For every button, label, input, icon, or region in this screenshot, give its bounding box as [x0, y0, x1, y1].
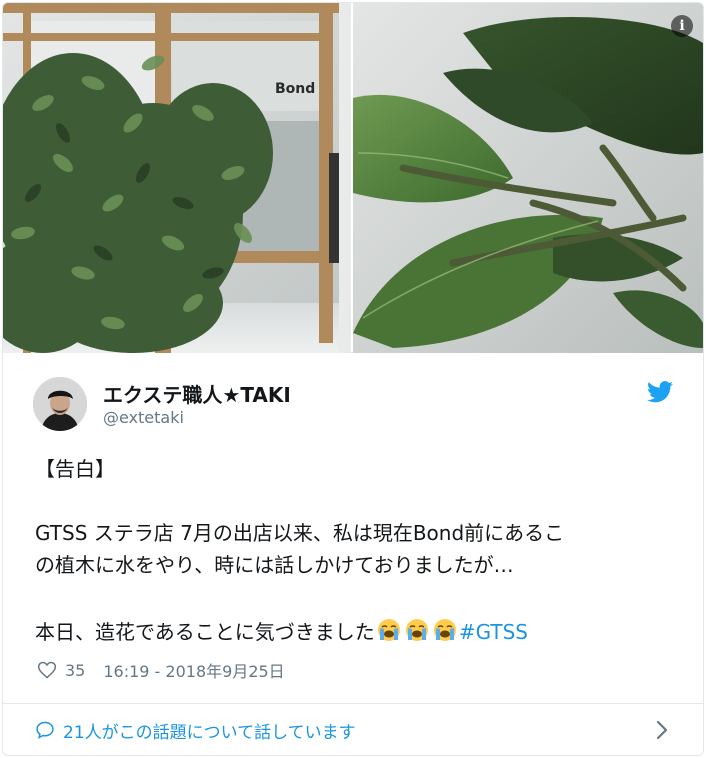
photo-leaf-closeup[interactable]	[353, 3, 703, 353]
display-name[interactable]: エクステ職人★TAKI	[103, 379, 291, 408]
avatar[interactable]	[33, 377, 87, 431]
like-count[interactable]: 35	[65, 661, 85, 680]
chevron-right-icon	[656, 720, 668, 740]
tweet-line-1: GTSS ステラ店 7月の出店以来、私は現在Bond前にあるこ	[35, 521, 565, 545]
timestamp-link[interactable]: 16:19 - 2018年9月25日	[103, 658, 284, 682]
loudly-crying-face-icon	[377, 619, 400, 641]
loudly-crying-face-icon	[433, 619, 456, 641]
loudly-crying-face-icon	[405, 619, 428, 641]
info-icon[interactable]: i	[671, 15, 693, 37]
tweet-line-3: 本日、造花であることに気づきました #GTSS	[35, 617, 685, 647]
hashtag-link[interactable]: #GTSS	[459, 620, 528, 644]
speech-bubble-icon	[36, 721, 54, 739]
user-handle[interactable]: @extetaki	[103, 408, 184, 427]
twitter-bird-icon[interactable]	[647, 381, 673, 403]
avatar-portrait	[33, 377, 87, 431]
tweet-heading: 【告白】	[35, 457, 115, 481]
emoji-group	[377, 618, 457, 642]
conversation-text: 21人がこの話題について話しています	[63, 722, 356, 743]
heart-icon[interactable]	[37, 660, 57, 680]
bond-sign-text: Bond	[275, 81, 316, 97]
tweet-meta: 35 16:19 - 2018年9月25日	[37, 659, 285, 681]
tweet-card: Bond i エクステ職人★TAKI @extetaki 【告白】 GTSS ス…	[2, 2, 704, 756]
conversation-link[interactable]: 21人がこの話題について話しています	[3, 704, 703, 755]
tweet-media[interactable]: Bond i	[3, 3, 703, 353]
photo-plant-by-window[interactable]: Bond	[3, 3, 351, 353]
tweet-line-2: の植木に水をやり、時には話しかけておりましたが…	[35, 553, 514, 577]
tweet-line-3-text: 本日、造花であることに気づきました	[35, 620, 375, 644]
